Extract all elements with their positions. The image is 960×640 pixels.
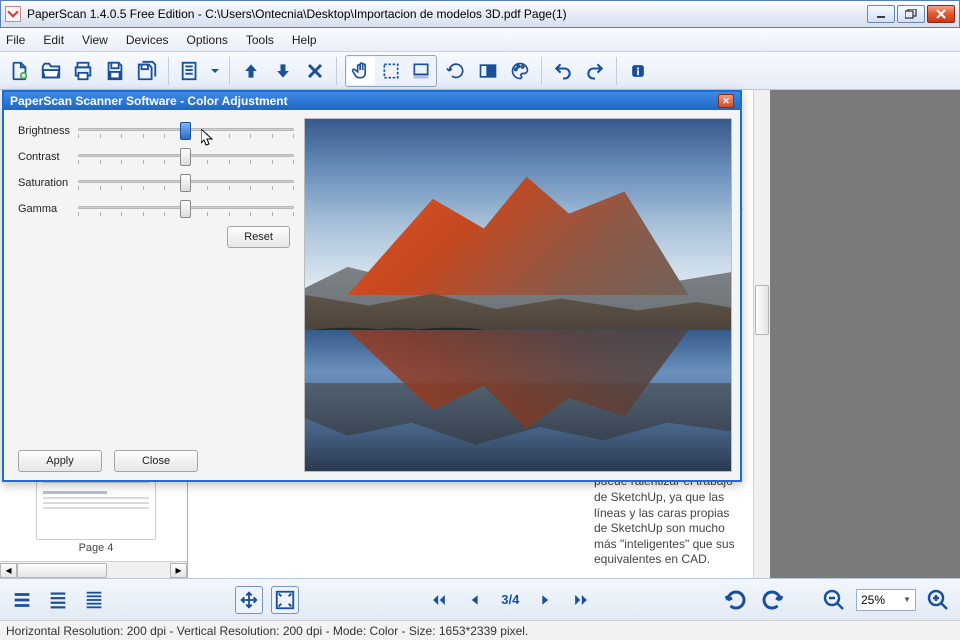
canvas-background: [770, 90, 960, 578]
dialog-title-text: PaperScan Scanner Software - Color Adjus…: [10, 94, 288, 108]
fit-group: [235, 586, 299, 614]
first-page-icon[interactable]: [425, 586, 453, 614]
menu-bar: File Edit View Devices Options Tools Hel…: [0, 28, 960, 52]
close-button[interactable]: Close: [114, 450, 198, 472]
scrollbar-thumb[interactable]: [755, 285, 769, 335]
save-icon[interactable]: [102, 58, 128, 84]
redo-icon[interactable]: [582, 58, 608, 84]
gamma-slider-row: Gamma: [18, 196, 294, 222]
page-indicator: 3/4: [501, 592, 519, 607]
window-controls: [867, 5, 955, 23]
reset-button[interactable]: Reset: [227, 226, 290, 248]
page-list-icon[interactable]: [177, 58, 203, 84]
contrast-slider-row: Contrast: [18, 144, 294, 170]
menu-view[interactable]: View: [82, 33, 108, 47]
brightness-slider[interactable]: [78, 120, 294, 142]
crop-tool-icon[interactable]: [407, 57, 435, 85]
selection-tool-group: [345, 55, 437, 87]
gamma-label: Gamma: [18, 203, 78, 215]
open-icon[interactable]: [38, 58, 64, 84]
menu-file[interactable]: File: [6, 33, 25, 47]
rotate-ccw-icon[interactable]: [722, 586, 750, 614]
toolbar-separator: [168, 57, 169, 85]
undo-icon[interactable]: [550, 58, 576, 84]
apply-button[interactable]: Apply: [18, 450, 102, 472]
move-down-icon[interactable]: [270, 58, 296, 84]
hand-tool-icon[interactable]: [347, 57, 375, 85]
menu-edit[interactable]: Edit: [43, 33, 64, 47]
color-adjustment-dialog: PaperScan Scanner Software - Color Adjus…: [2, 90, 742, 482]
scrollbar-thumb[interactable]: [17, 563, 107, 578]
move-up-icon[interactable]: [238, 58, 264, 84]
view-list-small-icon[interactable]: [80, 586, 108, 614]
dialog-close-button[interactable]: ✕: [718, 94, 734, 108]
menu-options[interactable]: Options: [187, 33, 228, 47]
zoom-value: 25%: [861, 593, 885, 607]
next-page-icon[interactable]: [531, 586, 559, 614]
view-list-medium-icon[interactable]: [44, 586, 72, 614]
rotate-cw-icon[interactable]: [758, 586, 786, 614]
flip-icon[interactable]: [475, 58, 501, 84]
print-icon[interactable]: [70, 58, 96, 84]
saturation-slider-row: Saturation: [18, 170, 294, 196]
zoom-level-select[interactable]: 25% ▼: [856, 589, 916, 611]
view-mode-group: [8, 586, 108, 614]
rotate-icon[interactable]: [443, 58, 469, 84]
app-icon: [5, 6, 21, 22]
page-nav-group: 3/4: [425, 586, 595, 614]
thumbnail-label: Page 4: [36, 542, 156, 554]
slider-thumb[interactable]: [180, 200, 191, 218]
bottom-toolbar: 3/4 25% ▼: [0, 578, 960, 620]
view-list-large-icon[interactable]: [8, 586, 36, 614]
color-preview-image: [304, 118, 732, 472]
brightness-label: Brightness: [18, 125, 78, 137]
color-palette-icon[interactable]: [507, 58, 533, 84]
rotate-zoom-group: 25% ▼: [722, 586, 952, 614]
window-title: PaperScan 1.4.0.5 Free Edition - C:\User…: [27, 7, 867, 21]
toolbar-separator: [541, 57, 542, 85]
fit-page-icon[interactable]: [271, 586, 299, 614]
scroll-right-icon[interactable]: ▸: [170, 563, 187, 578]
contrast-label: Contrast: [18, 151, 78, 163]
saturation-slider[interactable]: [78, 172, 294, 194]
last-page-icon[interactable]: [567, 586, 595, 614]
page-list-dropdown-icon[interactable]: [209, 58, 221, 84]
zoom-out-icon[interactable]: [820, 586, 848, 614]
marquee-tool-icon[interactable]: [377, 57, 405, 85]
maximize-button[interactable]: [897, 5, 925, 23]
slider-thumb[interactable]: [180, 122, 191, 140]
info-icon[interactable]: [625, 58, 651, 84]
brightness-slider-row: Brightness: [18, 118, 294, 144]
thumbnail-scrollbar[interactable]: ◂ ▸: [0, 561, 187, 578]
scroll-left-icon[interactable]: ◂: [0, 563, 17, 578]
status-text: Horizontal Resolution: 200 dpi - Vertica…: [6, 624, 528, 638]
toolbar-separator: [336, 57, 337, 85]
dialog-titlebar[interactable]: PaperScan Scanner Software - Color Adjus…: [4, 92, 740, 110]
title-bar: PaperScan 1.4.0.5 Free Edition - C:\User…: [0, 0, 960, 28]
fit-width-icon[interactable]: [235, 586, 263, 614]
delete-icon[interactable]: [302, 58, 328, 84]
dropdown-icon: ▼: [903, 595, 911, 604]
new-page-icon[interactable]: [6, 58, 32, 84]
slider-thumb[interactable]: [180, 148, 191, 166]
contrast-slider[interactable]: [78, 146, 294, 168]
save-all-icon[interactable]: [134, 58, 160, 84]
slider-thumb[interactable]: [180, 174, 191, 192]
zoom-in-icon[interactable]: [924, 586, 952, 614]
minimize-button[interactable]: [867, 5, 895, 23]
menu-devices[interactable]: Devices: [126, 33, 169, 47]
close-button[interactable]: [927, 5, 955, 23]
toolbar-separator: [616, 57, 617, 85]
saturation-label: Saturation: [18, 177, 78, 189]
main-toolbar: [0, 52, 960, 90]
menu-help[interactable]: Help: [292, 33, 317, 47]
menu-tools[interactable]: Tools: [246, 33, 274, 47]
prev-page-icon[interactable]: [461, 586, 489, 614]
status-bar: Horizontal Resolution: 200 dpi - Vertica…: [0, 620, 960, 640]
document-scrollbar[interactable]: [753, 90, 770, 578]
dialog-controls: Brightness Contrast Saturation: [4, 110, 304, 480]
toolbar-separator: [229, 57, 230, 85]
gamma-slider[interactable]: [78, 198, 294, 220]
